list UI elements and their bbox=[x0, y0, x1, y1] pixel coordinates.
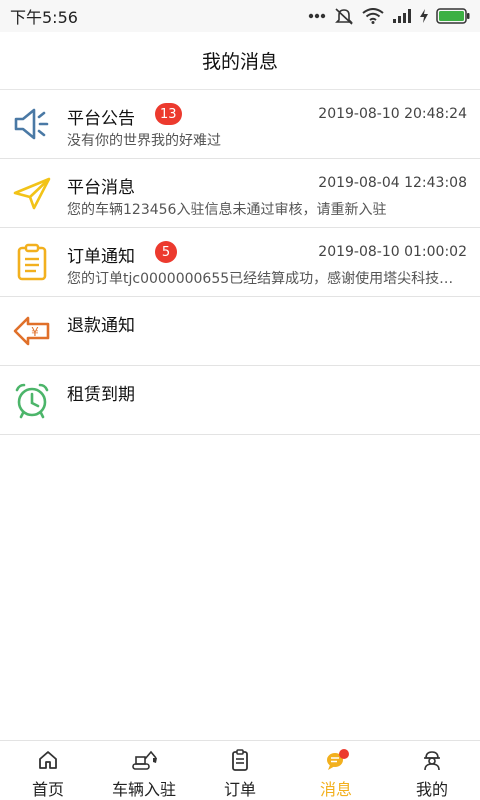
svg-text:¥: ¥ bbox=[31, 325, 39, 339]
unread-badge: 13 bbox=[155, 103, 182, 125]
alarm-clock-icon bbox=[12, 380, 52, 420]
paper-plane-icon bbox=[12, 173, 52, 213]
page-title: 我的消息 bbox=[201, 51, 278, 73]
home-icon bbox=[37, 748, 59, 772]
message-time: 2019-08-10 01:00:02 bbox=[318, 244, 467, 260]
list-item-order-notification[interactable]: 订单通知 5 2019-08-10 01:00:02 您的订单tjc000000… bbox=[0, 228, 480, 297]
message-title: 退款通知 bbox=[67, 316, 135, 336]
message-title: 平台公告 bbox=[67, 109, 135, 129]
message-title: 订单通知 bbox=[67, 247, 135, 267]
order-list-icon bbox=[230, 748, 250, 772]
mute-icon bbox=[334, 7, 354, 25]
message-time: 2019-08-04 12:43:08 bbox=[318, 175, 467, 191]
more-dots-icon bbox=[308, 13, 326, 19]
refund-arrow-icon: ¥ bbox=[12, 311, 52, 351]
header: 我的消息 bbox=[0, 32, 480, 90]
charging-icon bbox=[420, 9, 428, 23]
tab-label: 首页 bbox=[31, 780, 64, 799]
message-preview: 没有你的世界我的好难过 bbox=[67, 133, 221, 149]
clipboard-icon bbox=[12, 242, 52, 282]
tab-label: 消息 bbox=[319, 780, 352, 799]
status-bar: 下午5:56 bbox=[0, 0, 480, 32]
message-bubble-icon bbox=[325, 748, 349, 772]
speaker-icon bbox=[12, 104, 52, 144]
wifi-icon bbox=[362, 8, 384, 24]
message-list: 平台公告 13 2019-08-10 20:48:24 没有你的世界我的好难过 … bbox=[0, 90, 480, 435]
battery-icon bbox=[436, 8, 470, 24]
tab-home[interactable]: 首页 bbox=[0, 741, 96, 800]
tab-label: 车辆入驻 bbox=[111, 780, 176, 799]
signal-icon bbox=[392, 9, 412, 23]
bottom-tab-bar: 首页 车辆入驻 订单 消息 我的 bbox=[0, 740, 480, 800]
message-preview: 您的车辆123456入驻信息未通过审核，请重新入驻 bbox=[67, 202, 387, 218]
excavator-icon bbox=[130, 748, 158, 772]
list-item-lease-expiry[interactable]: 租赁到期 bbox=[0, 366, 480, 435]
message-title: 租赁到期 bbox=[67, 385, 135, 405]
status-icons bbox=[308, 7, 470, 25]
tab-profile[interactable]: 我的 bbox=[384, 741, 480, 800]
tab-vehicle-onboarding[interactable]: 车辆入驻 bbox=[96, 741, 192, 800]
tab-label: 我的 bbox=[415, 780, 448, 799]
tab-label: 订单 bbox=[223, 780, 256, 799]
tab-orders[interactable]: 订单 bbox=[192, 741, 288, 800]
list-item-refund-notification[interactable]: ¥ 退款通知 bbox=[0, 297, 480, 366]
status-time: 下午5:56 bbox=[10, 8, 78, 27]
message-time: 2019-08-10 20:48:24 bbox=[318, 106, 467, 122]
message-title: 平台消息 bbox=[67, 178, 135, 198]
worker-profile-icon bbox=[421, 748, 443, 772]
message-preview: 您的订单tjc0000000655已经结算成功，感谢使用塔尖科技服务 bbox=[67, 271, 467, 287]
list-item-platform-announcement[interactable]: 平台公告 13 2019-08-10 20:48:24 没有你的世界我的好难过 bbox=[0, 90, 480, 159]
list-item-platform-message[interactable]: 平台消息 2019-08-04 12:43:08 您的车辆123456入驻信息未… bbox=[0, 159, 480, 228]
unread-badge: 5 bbox=[155, 241, 177, 263]
unread-dot bbox=[339, 749, 349, 759]
tab-messages[interactable]: 消息 bbox=[288, 741, 384, 800]
